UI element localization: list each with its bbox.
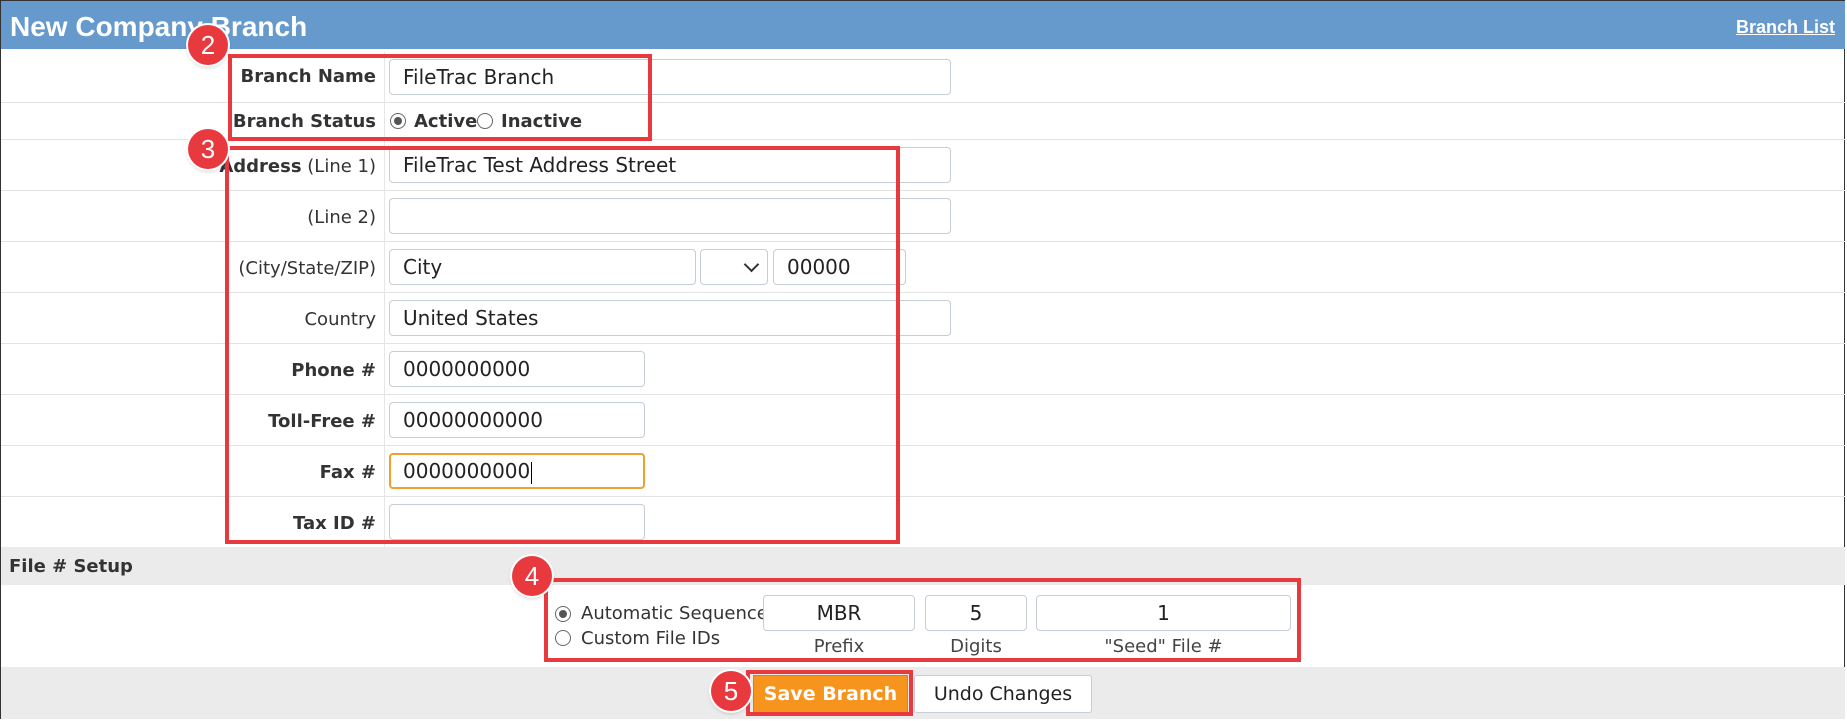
branch-list-link[interactable]: Branch List (1736, 17, 1835, 38)
page-header: New Company Branch Branch List (1, 1, 1845, 49)
annotation-box-3 (225, 146, 900, 544)
undo-changes-button[interactable]: Undo Changes (914, 675, 1092, 713)
annotation-badge-2: 2 (188, 25, 228, 65)
annotation-box-4 (544, 578, 1301, 662)
annotation-box-2 (228, 54, 652, 141)
annotation-badge-4: 4 (512, 556, 552, 596)
annotation-box-5 (746, 670, 913, 716)
annotation-badge-3: 3 (188, 129, 228, 169)
file-setup-title: File # Setup (9, 556, 133, 577)
annotation-badge-5: 5 (711, 671, 751, 711)
page-title: New Company Branch (10, 11, 308, 42)
